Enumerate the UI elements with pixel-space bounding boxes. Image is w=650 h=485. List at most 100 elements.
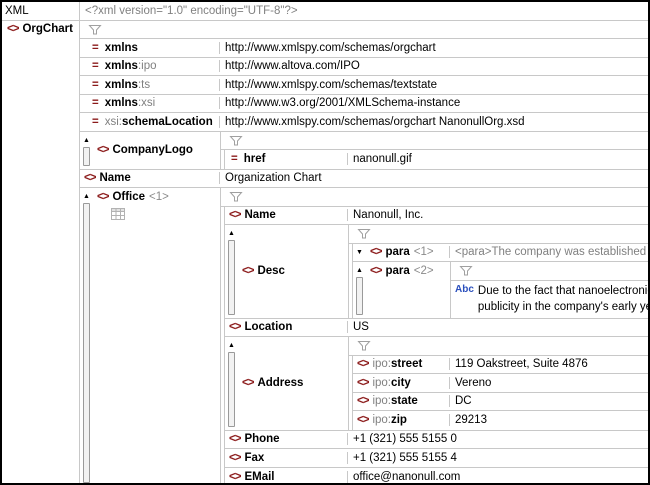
- desc-name-cell[interactable]: <>Desc: [238, 225, 348, 318]
- element-value[interactable]: 119 Oakstreet, Suite 4876: [450, 358, 648, 370]
- orgchart-name: OrgChart: [22, 23, 72, 35]
- element-sidebar[interactable]: [228, 240, 235, 315]
- element-sidebar[interactable]: [83, 147, 90, 166]
- element-name-row: <>Name Nanonull, Inc.: [225, 207, 648, 226]
- attr-value[interactable]: nanonull.gif: [348, 153, 648, 165]
- element-value[interactable]: US: [348, 321, 648, 333]
- element-desc: ▲ <>Desc: [225, 225, 648, 319]
- expand-icon[interactable]: ▼: [356, 248, 363, 258]
- name-cell[interactable]: <>Name: [225, 209, 348, 221]
- name-cell[interactable]: <>EMail: [225, 471, 348, 483]
- orgchart-filter-row: [80, 21, 648, 40]
- collapse-icon[interactable]: ▲: [356, 266, 363, 276]
- table-view-icon[interactable]: [111, 208, 125, 220]
- attr-value[interactable]: http://www.altova.com/IPO: [220, 60, 648, 72]
- name-cell[interactable]: <>Fax: [225, 452, 348, 464]
- name-cell[interactable]: <>Phone: [225, 433, 348, 445]
- name-cell[interactable]: <>ipo:zip: [353, 414, 450, 426]
- element-sidebar[interactable]: [356, 277, 363, 315]
- element-value[interactable]: Organization Chart: [220, 172, 648, 184]
- attribute-icon: =: [92, 79, 99, 91]
- filter-funnel-icon[interactable]: [357, 228, 371, 239]
- element-icon: <>: [229, 471, 240, 483]
- attr-name-cell[interactable]: =xmlns:xsi: [80, 97, 220, 109]
- element-icon: <>: [229, 321, 240, 333]
- name-cell[interactable]: <>Location: [225, 321, 348, 333]
- xml-prolog-label: XML: [5, 5, 29, 17]
- element-fax-row: <>Fax +1 (321) 555 5155 4: [225, 449, 648, 468]
- element-para2: ▲ <>para<2>: [353, 262, 648, 318]
- collapse-icon[interactable]: ▲: [83, 136, 90, 146]
- attribute-row: =xmlns:ts http://www.xmlspy.com/schemas/…: [80, 76, 648, 95]
- collapse-icon[interactable]: ▲: [83, 192, 90, 202]
- xml-prolog-row: XML <?xml version="1.0" encoding="UTF-8"…: [2, 2, 648, 21]
- element-icon: <>: [357, 377, 368, 389]
- element-value[interactable]: +1 (321) 555 5155 4: [348, 452, 648, 464]
- filter-funnel-icon[interactable]: [229, 191, 243, 202]
- attribute-icon: =: [92, 42, 99, 54]
- para2-text-row[interactable]: Abc Due to the fact that nanoelectronic …: [451, 281, 648, 318]
- xml-prolog-label-cell[interactable]: XML: [2, 2, 80, 20]
- office-name-cell[interactable]: <>Office<1>: [93, 188, 220, 485]
- name-cell[interactable]: <>Name: [80, 172, 220, 184]
- element-name-row: <>Name Organization Chart: [80, 170, 648, 189]
- name-cell[interactable]: <>ipo:street: [353, 358, 450, 370]
- xml-declaration-value[interactable]: <?xml version="1.0" encoding="UTF-8"?>: [80, 5, 648, 17]
- element-street-row: <>ipo:street 119 Oakstreet, Suite 4876: [353, 356, 648, 375]
- attr-value[interactable]: http://www.xmlspy.com/schemas/orgchart: [220, 42, 648, 54]
- element-office: ▲ <>Office<1>: [80, 188, 648, 485]
- element-sidebar[interactable]: [83, 203, 90, 483]
- element-icon: <>: [229, 433, 240, 445]
- attr-value[interactable]: http://www.xmlspy.com/schemas/orgchart N…: [220, 116, 648, 128]
- para2-text-line2: publicity in the company's early years: [478, 299, 648, 315]
- element-email-row: <>EMail office@nanonull.com: [225, 468, 648, 485]
- element-icon: <>: [357, 395, 368, 407]
- attribute-row: =xmlns:xsi http://www.w3.org/2001/XMLSch…: [80, 95, 648, 114]
- attr-name-cell[interactable]: =xmlns:ts: [80, 79, 220, 91]
- element-icon: <>: [97, 191, 108, 203]
- attr-name-cell[interactable]: =xmlns: [80, 42, 220, 54]
- attribute-row: =xmlns:ipo http://www.altova.com/IPO: [80, 58, 648, 77]
- collapse-icon[interactable]: ▲: [228, 341, 235, 351]
- name-cell[interactable]: <>ipo:city: [353, 377, 450, 389]
- desc-filter-row: [349, 225, 648, 244]
- orgchart-name-cell[interactable]: <>OrgChart: [2, 21, 80, 484]
- attribute-row: =href nanonull.gif: [225, 150, 648, 169]
- element-value[interactable]: 29213: [450, 414, 648, 426]
- collapse-icon[interactable]: ▲: [228, 229, 235, 239]
- attribute-icon: =: [92, 116, 99, 128]
- element-icon: <>: [84, 172, 95, 184]
- element-value[interactable]: +1 (321) 555 5155 0: [348, 433, 648, 445]
- element-icon: <>: [357, 414, 368, 426]
- element-city-row: <>ipo:city Vereno: [353, 374, 648, 393]
- filter-funnel-icon[interactable]: [229, 135, 243, 146]
- companylogo-name-cell[interactable]: <>CompanyLogo: [93, 132, 220, 169]
- para1-expand-control: ▼: [353, 244, 366, 262]
- office-filter-row: [221, 188, 648, 207]
- element-value[interactable]: Vereno: [450, 377, 648, 389]
- address-name-cell[interactable]: <>Address: [238, 337, 348, 430]
- xmlspy-grid-view: XML <?xml version="1.0" encoding="UTF-8"…: [0, 0, 650, 485]
- companylogo-filter-row: [221, 132, 648, 151]
- attr-value[interactable]: http://www.xmlspy.com/schemas/textstate: [220, 79, 648, 91]
- attr-name-cell[interactable]: =href: [225, 153, 348, 165]
- companylogo-collapse-control: ▲: [80, 132, 93, 169]
- attr-name-cell[interactable]: =xmlns:ipo: [80, 60, 220, 72]
- element-icon: <>: [357, 358, 368, 370]
- para2-name-cell[interactable]: <>para<2>: [366, 262, 450, 318]
- filter-funnel-icon[interactable]: [357, 340, 371, 351]
- element-value[interactable]: office@nanonull.com: [348, 471, 648, 483]
- element-icon: <>: [242, 265, 253, 277]
- filter-funnel-icon[interactable]: [88, 24, 102, 35]
- office-collapse-control: ▲: [80, 188, 93, 485]
- element-icon: <>: [370, 264, 381, 279]
- filter-funnel-icon[interactable]: [459, 265, 473, 276]
- para1-name-cell[interactable]: <>para<1>: [366, 246, 450, 258]
- attr-value[interactable]: http://www.w3.org/2001/XMLSchema-instanc…: [220, 97, 648, 109]
- attr-name-cell[interactable]: =xsi:schemaLocation: [80, 116, 220, 128]
- element-sidebar[interactable]: [228, 352, 235, 427]
- name-cell[interactable]: <>ipo:state: [353, 395, 450, 407]
- element-value[interactable]: DC: [450, 395, 648, 407]
- para1-raw-value[interactable]: <para>The company was established in: [450, 246, 648, 258]
- element-value[interactable]: Nanonull, Inc.: [348, 209, 648, 221]
